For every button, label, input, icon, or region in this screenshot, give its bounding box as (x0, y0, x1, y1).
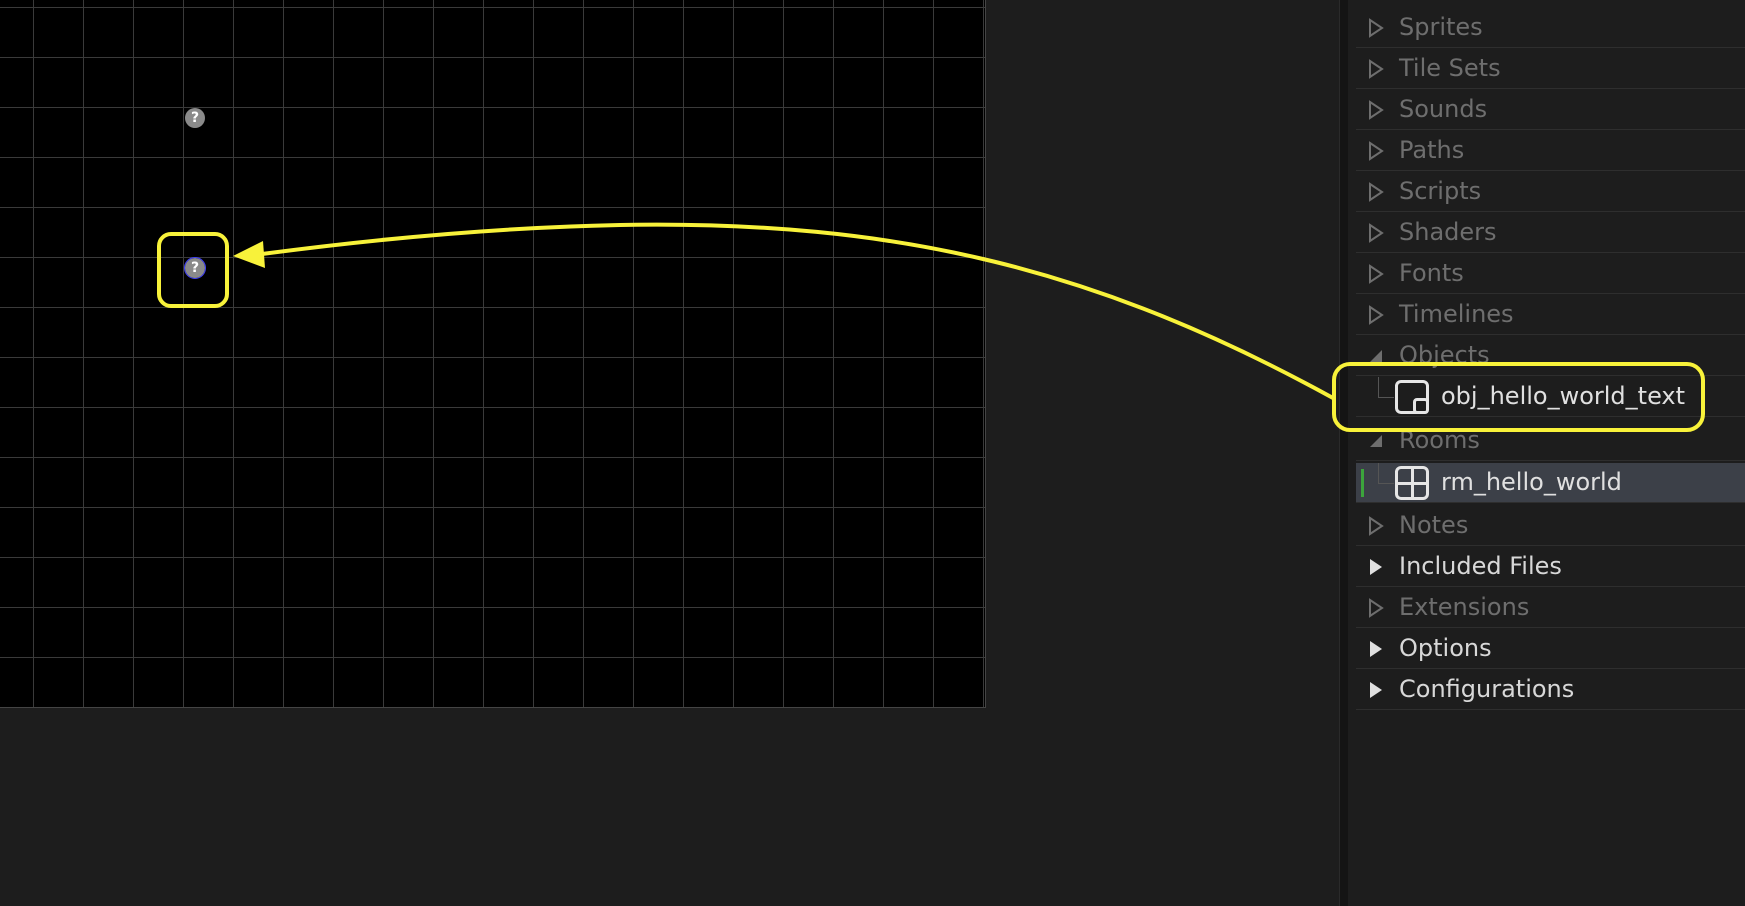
annotation-arrow (233, 222, 1334, 400)
